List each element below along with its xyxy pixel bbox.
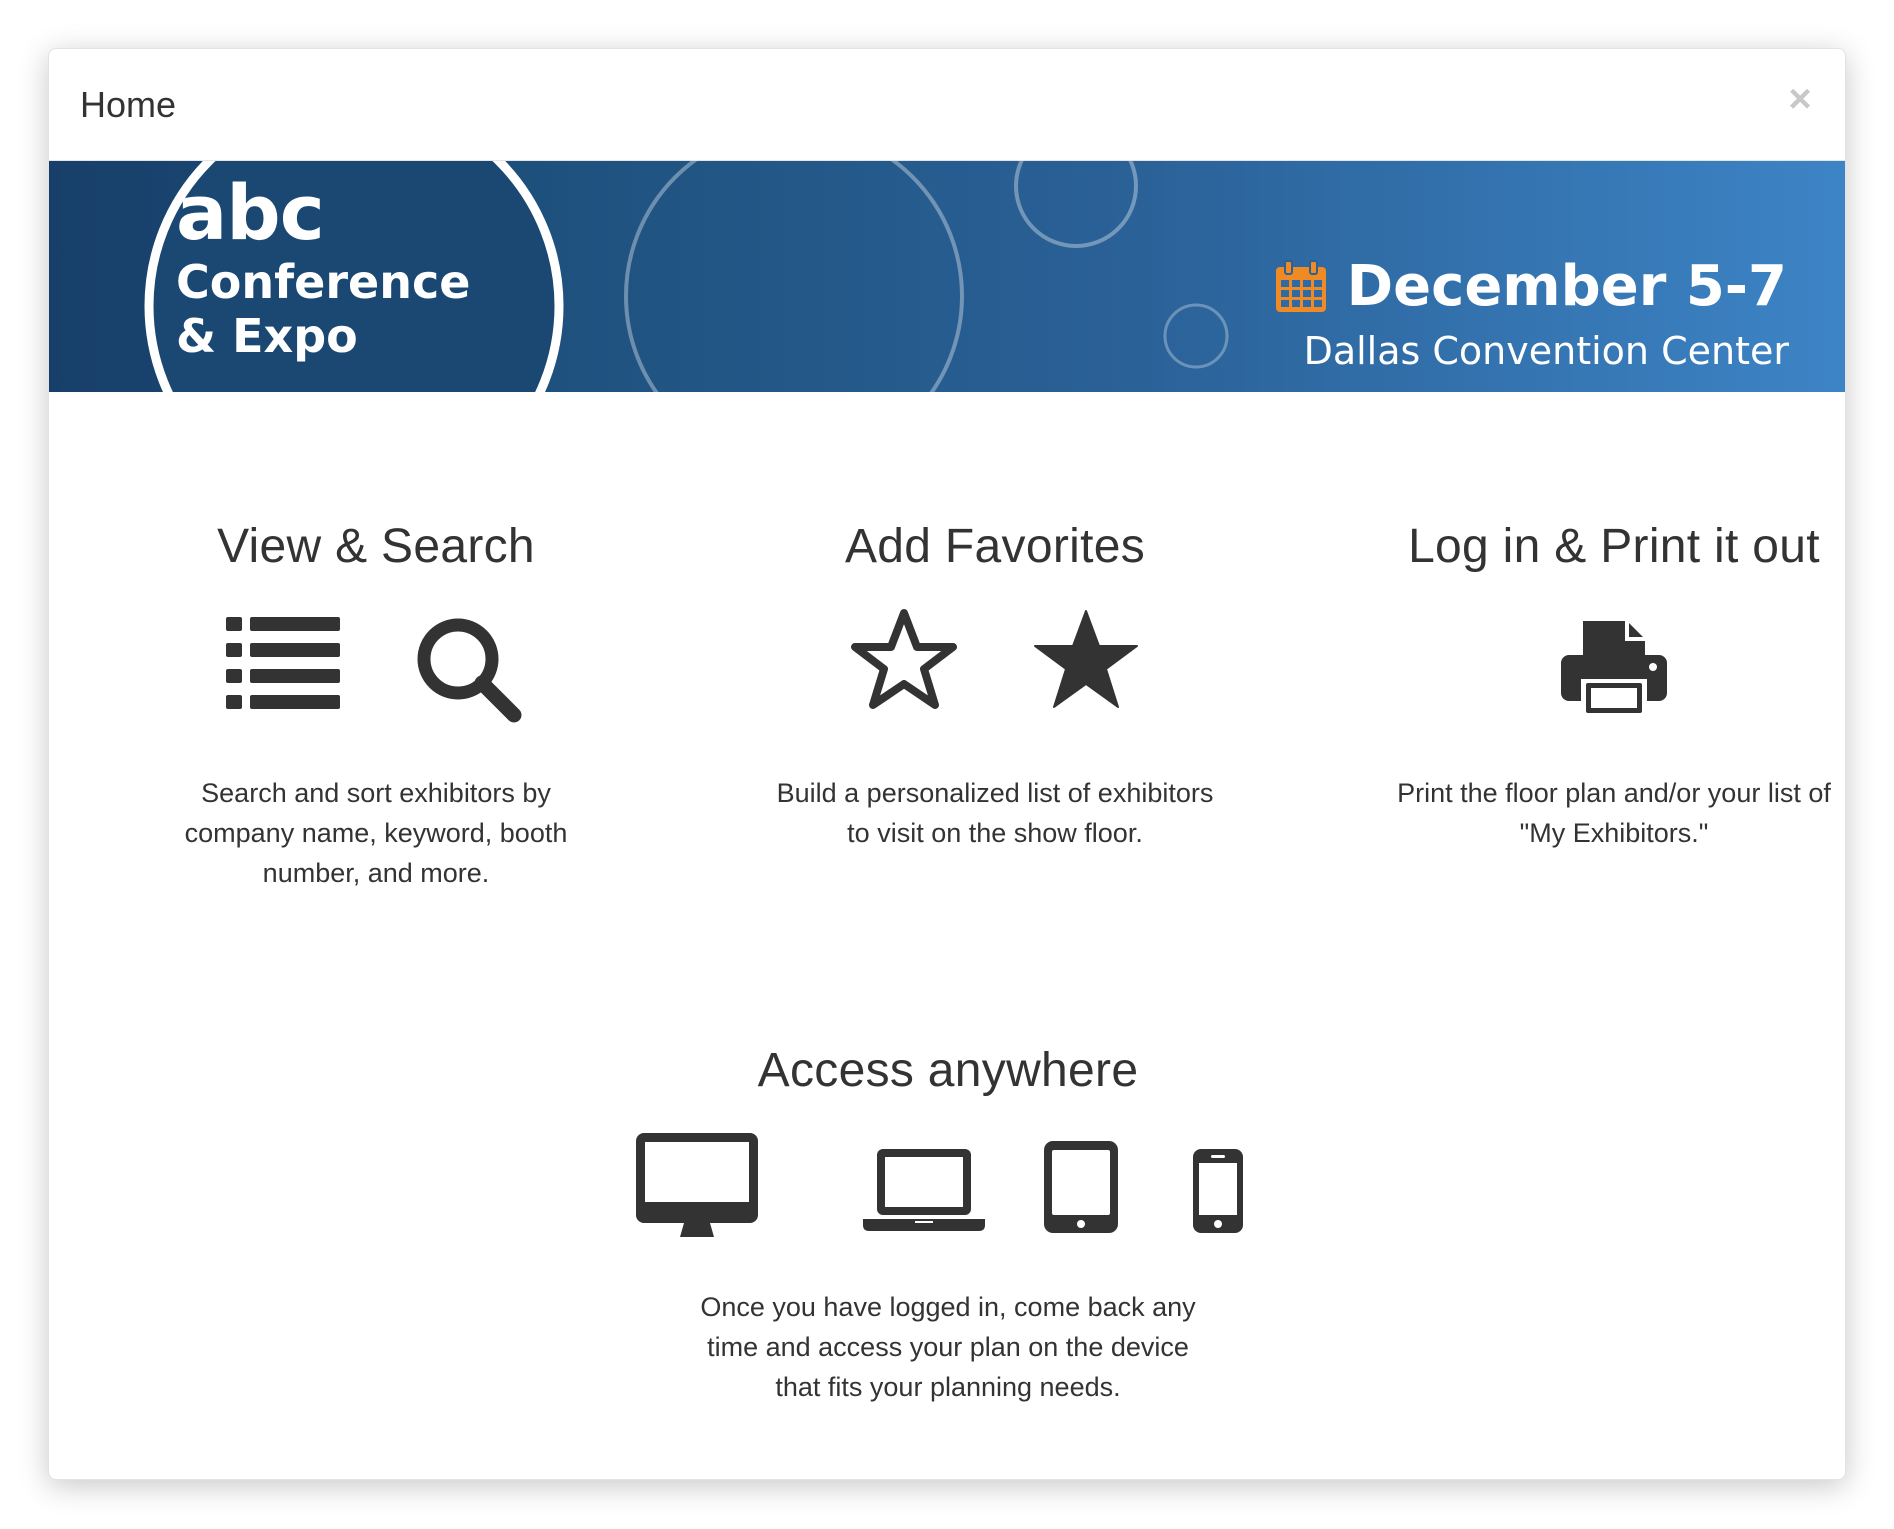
feature-print: Log in & Print it out Print the floor pl… bbox=[1334, 519, 1845, 853]
desktop-icon bbox=[636, 1133, 758, 1237]
event-logo: abc Conference & Expo bbox=[176, 168, 471, 364]
feature-title: Access anywhere bbox=[757, 1044, 1139, 1097]
feature-icons bbox=[96, 605, 656, 735]
feature-description: Build a personalized list of exhibitors … bbox=[776, 778, 1214, 848]
feature-icons bbox=[636, 1133, 1243, 1243]
feature-icons bbox=[715, 605, 1275, 735]
feature-title: Add Favorites bbox=[844, 520, 1146, 573]
star-outline-icon bbox=[851, 609, 957, 709]
feature-access-anywhere: Access anywhere Once you have logged in,… bbox=[636, 1043, 1243, 1407]
event-venue: Dallas Convention Center bbox=[1303, 329, 1789, 373]
event-banner: abc Conference & Expo December 5-7 Dalla… bbox=[49, 161, 1845, 392]
feature-view-search: View & Search Search and sort exhibitors… bbox=[96, 519, 656, 893]
event-date: December 5-7 bbox=[1273, 256, 1787, 318]
logo-abc: abc bbox=[176, 168, 325, 257]
calendar-icon bbox=[1275, 260, 1326, 312]
tablet-icon bbox=[1044, 1141, 1118, 1233]
home-modal: Home × abc Conference & Expo December 5-… bbox=[48, 48, 1846, 1480]
event-date-text: December 5-7 bbox=[1346, 254, 1787, 319]
printer-icon bbox=[1561, 621, 1667, 715]
modal-header: Home × bbox=[49, 49, 1845, 161]
feature-add-favorites: Add Favorites Build a personalized list … bbox=[715, 519, 1275, 853]
feature-description: Print the floor plan and/or your list of… bbox=[1397, 778, 1831, 848]
logo-line-1: Conference bbox=[176, 255, 471, 309]
close-button[interactable]: × bbox=[1783, 79, 1817, 119]
phone-icon bbox=[1193, 1149, 1243, 1233]
star-filled-icon bbox=[1034, 610, 1138, 708]
feature-title: View & Search bbox=[217, 520, 535, 573]
feature-title: Log in & Print it out bbox=[1408, 520, 1820, 573]
feature-description: Once you have logged in, come back any t… bbox=[700, 1292, 1196, 1402]
list-icon bbox=[226, 617, 340, 709]
search-icon bbox=[417, 618, 522, 723]
laptop-icon bbox=[863, 1149, 985, 1231]
feature-description: Search and sort exhibitors by company na… bbox=[184, 778, 568, 888]
feature-icons bbox=[1334, 605, 1845, 735]
logo-line-2: & Expo bbox=[176, 309, 358, 363]
modal-title: Home bbox=[80, 84, 177, 125]
